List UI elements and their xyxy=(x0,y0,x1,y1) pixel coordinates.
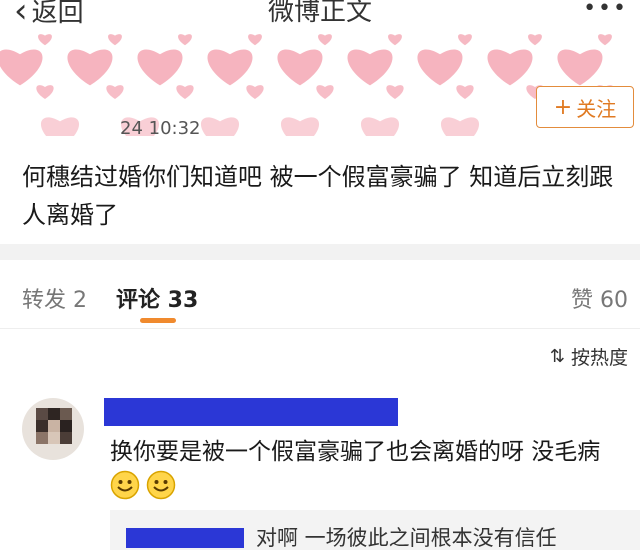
post-timestamp: 24 10:32 xyxy=(120,118,201,139)
comment-text: 换你要是被一个假富豪骗了也会离婚的呀 没毛病 xyxy=(110,439,601,465)
plus-icon: + xyxy=(553,94,573,120)
heart-shape xyxy=(178,34,192,46)
heart-shape xyxy=(137,49,183,86)
page-title: 微博正文 xyxy=(267,0,372,27)
tabs-divider xyxy=(0,328,640,329)
heart-shape xyxy=(248,34,262,46)
commenter-avatar[interactable] xyxy=(22,398,84,460)
reply-author-redaction xyxy=(126,528,244,548)
sort-icon: ⇅ xyxy=(549,346,565,367)
section-divider xyxy=(0,244,640,260)
heart-shape xyxy=(528,34,542,46)
smile-emoji-icon xyxy=(110,470,140,500)
heart-shape xyxy=(0,49,43,86)
heart-shape xyxy=(41,117,79,136)
tab-repost[interactable]: 转发 2 xyxy=(22,282,87,314)
follow-label: 关注 xyxy=(576,96,617,121)
heart-shape xyxy=(386,85,404,99)
heart-shape xyxy=(388,34,402,46)
heart-shape xyxy=(487,49,533,86)
commenter-name-redaction xyxy=(104,398,398,426)
sort-label: 按热度 xyxy=(570,347,628,369)
heart-shape xyxy=(557,49,603,86)
heart-shape xyxy=(441,117,479,136)
heart-shape xyxy=(38,34,52,46)
post-body-text: 何穗结过婚你们知道吧 被一个假富豪骗了 知道后立刻跟人离婚了 xyxy=(22,163,614,229)
sort-by-heat-button[interactable]: ⇅ 按热度 xyxy=(550,343,628,370)
heart-shape xyxy=(67,49,113,86)
heart-shape xyxy=(598,34,612,46)
heart-shape xyxy=(417,49,463,86)
top-nav-bar: ‹ 返回 微博正文 ••• xyxy=(0,0,640,28)
heart-shape xyxy=(347,49,393,86)
interaction-tabs: 转发 2 评论 33 赞 60 xyxy=(0,260,640,328)
heart-shape xyxy=(456,85,474,99)
heart-shape xyxy=(108,34,122,46)
heart-shape xyxy=(318,34,332,46)
tab-likes[interactable]: 赞 60 xyxy=(571,282,628,314)
heart-shape xyxy=(277,49,323,86)
heart-shape xyxy=(458,34,472,46)
more-options-icon[interactable]: ••• xyxy=(583,0,628,21)
smile-emoji-icon xyxy=(146,470,176,500)
heart-shape xyxy=(281,117,319,136)
tab-comments[interactable]: 评论 33 xyxy=(116,282,198,314)
heart-shape xyxy=(36,85,54,99)
heart-shape xyxy=(207,49,253,86)
heart-shape xyxy=(361,117,399,136)
active-tab-indicator xyxy=(140,318,176,323)
reply-preview-text: 对啊 一场彼此之间根本没有信任 xyxy=(256,526,557,550)
heart-shape xyxy=(246,85,264,99)
heart-shape xyxy=(201,117,239,136)
comment-emojis xyxy=(110,470,176,500)
heart-shape xyxy=(106,85,124,99)
heart-shape xyxy=(316,85,334,99)
follow-button[interactable]: + 关注 xyxy=(536,86,634,128)
heart-shape xyxy=(176,85,194,99)
